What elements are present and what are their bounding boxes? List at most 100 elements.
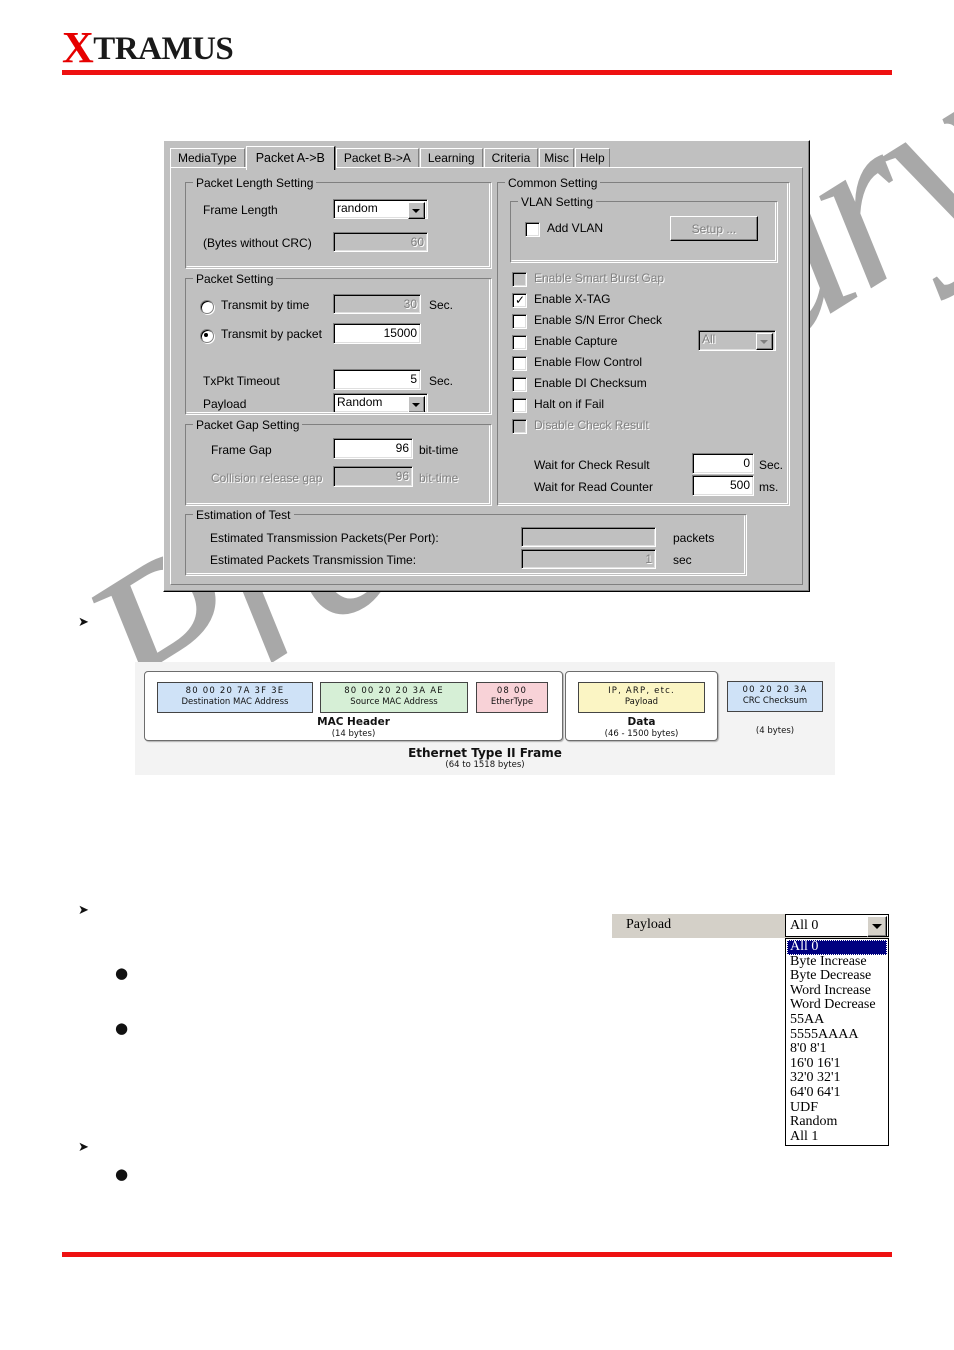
source-mac-cell: 80 00 20 20 3A AE Source MAC Address [320,682,468,713]
enable-flow-control-checkbox[interactable] [512,356,527,371]
txpkt-timeout-unit: Sec. [429,374,454,388]
mac-header-box: 80 00 20 7A 3F 3E Destination MAC Addres… [144,671,563,741]
crc-checksum-hex: 00 20 20 3A [742,685,808,695]
wait-for-check-result-field[interactable]: 0 [692,453,754,474]
destination-mac-hex: 80 00 20 7A 3F 3E [185,686,285,696]
enable-sn-error-check-checkbox[interactable] [512,314,527,329]
group-packet-length-title: Packet Length Setting [193,176,317,190]
enable-di-checksum-checkbox[interactable] [512,377,527,392]
payload-option-all-0[interactable]: All 0 [787,939,887,955]
tab-packet-b-to-a[interactable]: Packet B->A [335,148,419,168]
crc-caption-sub: (4 bytes) [755,726,795,736]
tab-learning[interactable]: Learning [419,148,483,168]
frame-figure-title: Ethernet Type II Frame [408,746,562,760]
payload-dropdown-list[interactable]: All 0 Byte Increase Byte Decrease Word I… [785,938,889,1147]
vlan-setup-button[interactable]: Setup ... [670,216,758,241]
packet-settings-dialog: MediaType Packet A->B Packet B->A Learning C… [163,140,810,592]
payload-option-word-decrease[interactable]: Word Decrease [787,998,887,1013]
collision-release-gap-field: 96 [333,466,413,487]
payload-option-32bit[interactable]: 32'0 32'1 [787,1071,887,1086]
frame-gap-field[interactable]: 96 [333,438,413,459]
payload-option-byte-decrease[interactable]: Byte Decrease [787,969,887,984]
tab-criteria[interactable]: Criteria [483,148,539,168]
logo-name: TRAMUS [93,31,234,67]
enable-di-checksum-label: Enable DI Checksum [534,376,647,390]
bytes-without-crc-field: 60 [333,232,428,252]
add-vlan-checkbox[interactable] [525,222,540,237]
payload-option-55aa[interactable]: 55AA [787,1012,887,1028]
crc-checksum-name: CRC Checksum [742,696,808,706]
txpkt-timeout-field[interactable]: 5 [333,369,421,390]
estimated-packets-field [521,527,656,547]
tab-page-packet-a-to-b: Packet Length Setting Frame Length rando… [170,167,803,585]
payload-option-64bit[interactable]: 64'0 64'1 [787,1085,887,1101]
payload-option-8bit[interactable]: 8'0 8'1 [787,1042,887,1057]
payload-option-16bit[interactable]: 16'0 16'1 [787,1056,887,1072]
disable-check-result-checkbox [512,419,527,434]
chevron-down-icon[interactable] [867,916,887,937]
data-box: IP, ARP, etc. Payload Data (46 - 1500 by… [565,671,718,741]
page-header: XTRAMUS [0,0,954,90]
frame-figure-title-block: Ethernet Type II Frame (64 to 1518 bytes… [135,746,835,770]
enable-capture-label: Enable Capture [534,334,618,348]
payload-option-all-1[interactable]: All 1 [787,1129,887,1145]
halt-on-if-fail-checkbox[interactable] [512,398,527,413]
bullet-dot-3: ● [115,1165,129,1183]
chevron-down-icon[interactable] [408,202,425,219]
tab-misc[interactable]: Misc [539,148,574,168]
payload-option-5555aaaa[interactable]: 5555AAAA [787,1027,887,1043]
payload-option-udf[interactable]: UDF [787,1100,887,1116]
group-common-setting: Common Setting VLAN Setting Add VLAN Set… [497,176,790,506]
data-caption-sub: (46 - 1500 bytes) [604,729,679,739]
wait-for-check-result-label: Wait for Check Result [534,458,650,472]
logo-x: X [62,23,94,72]
payload-option-word-increase[interactable]: Word Increase [787,983,887,999]
ethertype-hex: 08 00 [496,686,528,696]
payload-dropdown-label: Payload [626,917,672,932]
payload-option-random[interactable]: Random [787,1115,887,1130]
enable-xtag-checkbox[interactable]: ✓ [512,293,527,308]
mac-header-caption: MAC Header (14 bytes) [145,716,562,739]
transmit-by-time-field: 30 [333,294,421,314]
group-packet-setting-title: Packet Setting [193,272,277,286]
xtramus-logo: XTRAMUS [62,23,234,72]
enable-xtag-label: Enable X-TAG [534,292,611,306]
estimated-packets-unit: packets [673,531,715,545]
payload-cell-name: Payload [624,697,659,707]
footer-rule [62,1252,892,1257]
group-packet-setting: Packet Setting Transmit by time 30 Sec. … [185,272,492,415]
mac-header-caption-title: MAC Header [317,716,390,728]
payload-combo[interactable]: Random [333,393,428,413]
bullet-dot-1: ● [115,964,129,982]
transmit-by-packet-field[interactable]: 15000 [333,323,421,344]
payload-dropdown-combo[interactable]: All 0 [785,914,889,937]
frame-gap-label: Frame Gap [211,443,272,457]
group-packet-gap-setting: Packet Gap Setting Frame Gap 96 bit-time… [185,418,492,506]
group-packet-length-setting: Packet Length Setting Frame Length rando… [185,176,492,269]
add-vlan-label: Add VLAN [547,221,604,235]
tab-help[interactable]: Help [574,148,610,168]
chevron-down-icon[interactable] [408,396,425,413]
radio-transmit-by-time[interactable] [200,300,214,314]
frame-length-combo[interactable]: random [333,199,428,219]
tab-packet-a-to-b[interactable]: Packet A->B [245,146,335,170]
payload-option-byte-increase[interactable]: Byte Increase [787,954,887,970]
frame-gap-unit: bit-time [419,443,459,457]
wait-for-check-result-unit: Sec. [759,458,784,472]
wait-for-read-counter-label: Wait for Read Counter [534,480,653,494]
estimated-packets-label: Estimated Transmission Packets(Per Port)… [210,531,439,545]
radio-transmit-by-packet[interactable] [200,329,214,343]
transmit-by-packet-label: Transmit by packet [221,327,322,341]
bullet-dot-2: ● [115,1019,129,1037]
capture-scope-value: All [702,332,716,346]
tab-mediatype[interactable]: MediaType [170,148,245,168]
chevron-down-icon [756,333,773,350]
wait-for-read-counter-field[interactable]: 500 [692,475,754,496]
enable-smart-burst-gap-label: Enable Smart Burst Gap [534,271,665,285]
transmit-by-time-unit: Sec. [429,298,454,312]
txpkt-timeout-label: TxPkt Timeout [203,374,280,388]
enable-capture-checkbox[interactable] [512,335,527,350]
collision-release-gap-unit: bit-time [419,471,459,485]
group-packet-gap-title: Packet Gap Setting [193,418,303,432]
payload-cell-hex: IP, ARP, etc. [608,686,675,696]
